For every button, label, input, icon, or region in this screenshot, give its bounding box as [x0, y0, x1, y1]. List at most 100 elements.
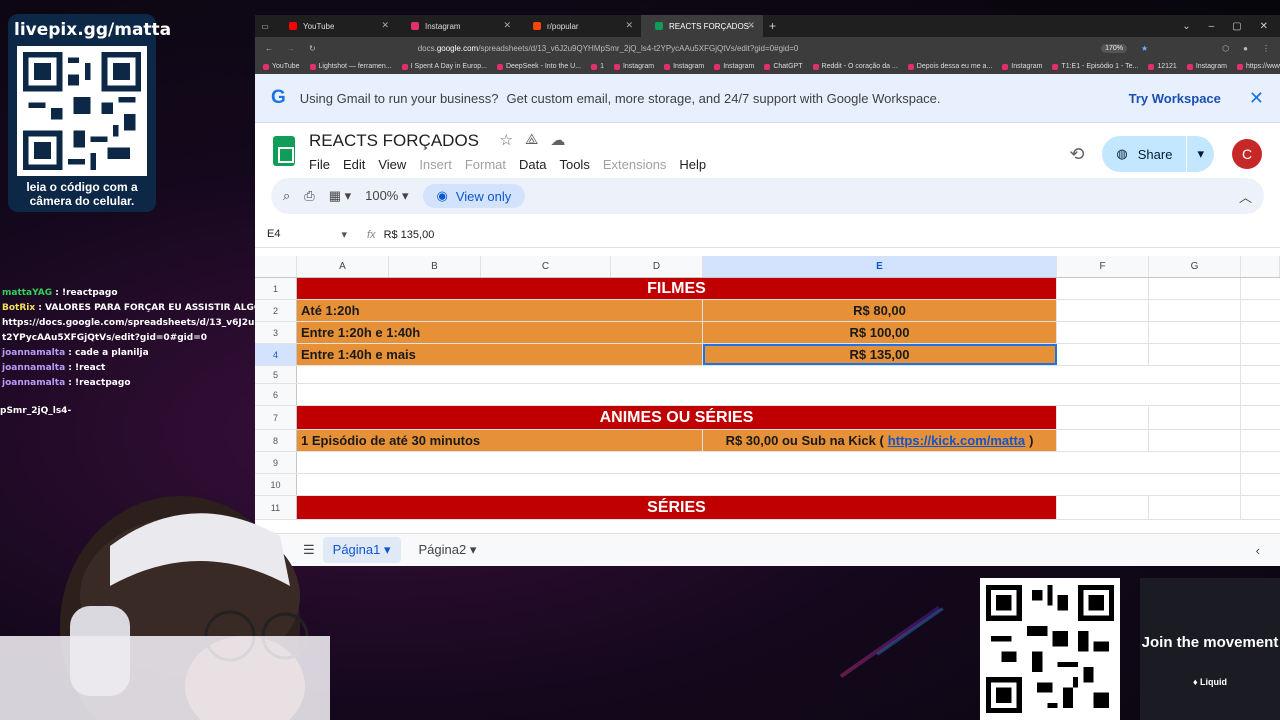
browser-tab[interactable]: REACTS FORÇADOS - Google S✕ [641, 15, 763, 37]
filter-view-icon[interactable]: ▦ ▾ [329, 188, 351, 204]
row-header[interactable]: 8 [255, 430, 297, 451]
back-icon[interactable]: ← [265, 44, 273, 53]
bookmark-item[interactable]: 1 [591, 63, 604, 70]
cell-a8[interactable]: 1 Episódio de até 30 minutos [297, 430, 703, 451]
tab-list-icon[interactable]: ⌄ [1182, 21, 1190, 32]
row-header[interactable]: 9 [255, 452, 297, 473]
explore-collapse-icon[interactable]: ‹ [1256, 543, 1260, 558]
collapse-toolbar-icon[interactable]: ︿ [1239, 187, 1252, 206]
close-tab-icon[interactable]: ✕ [381, 20, 389, 31]
cell[interactable] [1057, 344, 1149, 365]
sheet-tab-pagina1[interactable]: Página1 ▾ [322, 537, 401, 563]
cell[interactable] [1149, 496, 1241, 519]
browser-menu-icon[interactable]: ⋮ [1262, 44, 1270, 53]
menu-item[interactable]: Format [465, 157, 506, 172]
try-workspace-button[interactable]: Try Workspace [1129, 91, 1221, 106]
view-only-button[interactable]: ◉ View only [422, 184, 526, 208]
share-button[interactable]: ◍ Share ▾ [1102, 136, 1214, 172]
avatar[interactable]: C [1232, 139, 1262, 169]
row-header[interactable]: 2 [255, 300, 297, 321]
cell[interactable] [1149, 300, 1241, 321]
cell-a4[interactable]: Entre 1:40h e mais [297, 344, 703, 365]
browser-tab[interactable]: Instagram ✕ [397, 15, 519, 37]
bookmark-item[interactable]: Reddit - O coração da ... [812, 63, 898, 70]
version-history-icon[interactable]: ⟲ [1069, 144, 1084, 165]
cell[interactable] [1149, 430, 1241, 451]
row-header[interactable]: 1 [255, 278, 297, 299]
close-tab-icon[interactable]: ✕ [503, 20, 511, 31]
column-header[interactable]: A [297, 256, 389, 277]
menu-item[interactable]: View [378, 157, 406, 172]
row-header[interactable]: 5 [255, 366, 297, 383]
move-to-drive-icon[interactable]: ⟁ [525, 131, 538, 149]
cell[interactable] [1057, 322, 1149, 343]
bookmark-item[interactable]: Instagram [714, 63, 754, 70]
bookmark-item[interactable]: DeepSeek - Into the U... [496, 63, 581, 70]
tab-search-icon[interactable]: ▭ [255, 22, 275, 31]
zoom-select[interactable]: 100% ▾ [365, 188, 408, 204]
bookmark-item[interactable]: Instagram [664, 63, 704, 70]
reload-icon[interactable]: ↻ [309, 44, 316, 53]
cloud-status-icon[interactable]: ☁ [550, 131, 565, 149]
cell-series-header[interactable]: SÉRIES [297, 496, 1057, 519]
cell[interactable] [1057, 278, 1149, 299]
bookmark-star-icon[interactable]: ★ [1141, 44, 1148, 53]
row-header[interactable]: 3 [255, 322, 297, 343]
cell[interactable] [1149, 406, 1241, 429]
bookmark-item[interactable]: Instagram [1002, 63, 1042, 70]
cell-e8[interactable]: R$ 30,00 ou Sub na Kick ( https://kick.c… [703, 430, 1057, 451]
extensions-icon[interactable]: ⬡ [1222, 44, 1229, 53]
cell-a2[interactable]: Até 1:20h [297, 300, 703, 321]
row-header[interactable]: 7 [255, 406, 297, 429]
bookmark-item[interactable]: https://www.youtube... [1236, 63, 1280, 70]
cell[interactable] [1057, 300, 1149, 321]
cell[interactable] [1149, 278, 1241, 299]
column-header[interactable]: G [1149, 256, 1241, 277]
close-tab-icon[interactable]: ✕ [625, 20, 633, 31]
browser-tab[interactable]: YouTube ✕ [275, 15, 397, 37]
browser-tab[interactable]: r/popular ✕ [519, 15, 641, 37]
sheet-tab-pagina2[interactable]: Página2 ▾ [409, 537, 487, 563]
bookmark-item[interactable]: I Spent A Day in Europ... [401, 63, 487, 70]
column-header[interactable]: C [481, 256, 611, 277]
share-dropdown-icon[interactable]: ▾ [1197, 146, 1204, 162]
bookmark-item[interactable]: T1:E1 - Episódio 1 - Te... [1052, 63, 1138, 70]
column-header[interactable]: D [611, 256, 703, 277]
cell[interactable] [297, 474, 1241, 495]
new-tab-button[interactable]: + [769, 19, 776, 33]
maximize-icon[interactable]: ▢ [1232, 21, 1241, 32]
bookmark-item[interactable]: ChatGPT [764, 63, 803, 70]
bookmark-item[interactable]: Instagram [613, 63, 654, 70]
select-all-corner[interactable] [255, 256, 297, 277]
cell-animes-header[interactable]: ANIMES OU SÉRIES [297, 406, 1057, 429]
cell-e3[interactable]: R$ 100,00 [703, 322, 1057, 343]
close-banner-icon[interactable]: ✕ [1249, 88, 1264, 109]
column-header[interactable]: B [389, 256, 481, 277]
column-header[interactable]: E [703, 256, 1057, 277]
profile-icon[interactable]: ● [1243, 44, 1248, 53]
menu-item[interactable]: Tools [559, 157, 589, 172]
bookmark-item[interactable]: YouTube [263, 63, 300, 70]
bookmark-item[interactable]: Instagram [1186, 63, 1227, 70]
cell[interactable] [1057, 406, 1149, 429]
cell-filmes-header[interactable]: FILMES [297, 278, 1057, 299]
cell[interactable] [297, 366, 1241, 383]
url-field[interactable]: docs.google.com/spreadsheets/d/13_v6J2u9… [330, 44, 1087, 53]
cell[interactable] [1057, 496, 1149, 519]
minimize-icon[interactable]: – [1209, 21, 1215, 32]
name-box[interactable]: E4 ▾ [267, 228, 347, 241]
menu-item[interactable]: Edit [343, 157, 365, 172]
row-header[interactable]: 6 [255, 384, 297, 405]
cell[interactable] [297, 452, 1241, 473]
menu-item[interactable]: Data [519, 157, 546, 172]
cell[interactable] [1149, 322, 1241, 343]
cell[interactable] [297, 384, 1241, 405]
cell-e4-selected[interactable]: R$ 135,00 [703, 344, 1057, 365]
row-header[interactable]: 4 [255, 344, 297, 365]
close-window-icon[interactable]: ✕ [1260, 21, 1268, 32]
cell-a3[interactable]: Entre 1:20h e 1:40h [297, 322, 703, 343]
kick-link[interactable]: https://kick.com/matta [888, 433, 1025, 448]
forward-icon[interactable]: → [287, 44, 295, 53]
bookmark-item[interactable]: 12121 [1148, 63, 1177, 70]
star-icon[interactable]: ☆ [499, 131, 512, 149]
